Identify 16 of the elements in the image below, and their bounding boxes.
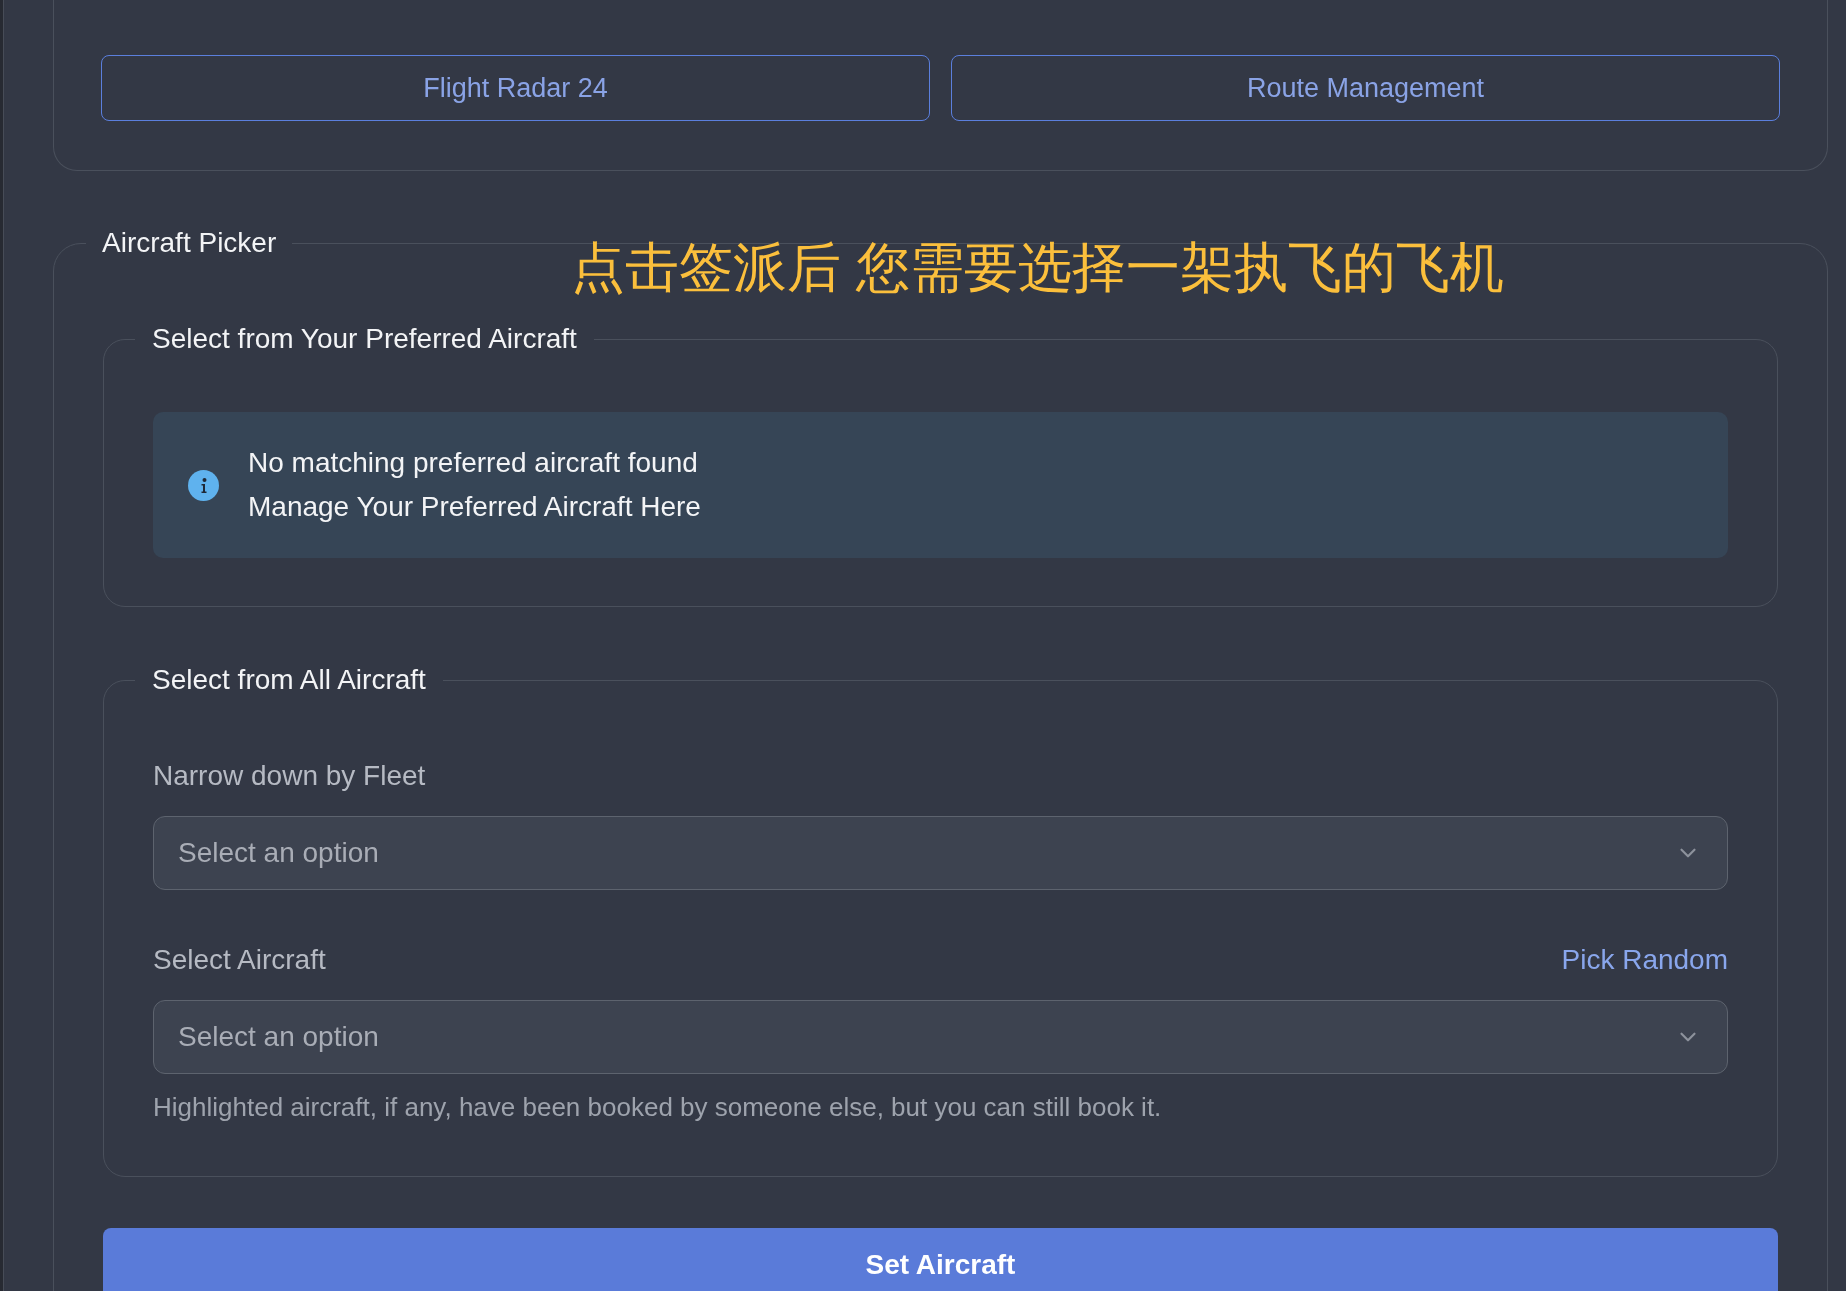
field-hint: Highlighted aircraft, if any, have been booked by someone else, but you can still book it. [153, 1092, 1163, 1123]
annotation-text: 点击签派后 您需要选择一架执飞的飞机 [571, 240, 1504, 294]
dropdown-field[interactable]: Select an option [153, 816, 1728, 890]
set-aircraft-button[interactable]: Set Aircraft [103, 1228, 1778, 1291]
pick-random-link[interactable]: Pick Random [1561, 944, 1728, 976]
notice-message: No matching preferred aircraft found [248, 447, 699, 479]
section-title: Select from All Aircraft [151, 664, 427, 696]
field-label: Select Aircraft [153, 944, 326, 976]
manage-aircraft-link[interactable]: Manage Your Preferred Aircraft Here [248, 491, 701, 523]
field-label: Narrow down by Fleet [153, 760, 426, 792]
info-icon [188, 469, 219, 501]
dropdown-field[interactable]: Select an option [153, 1000, 1728, 1074]
link-button[interactable]: Flight Radar 24 [101, 55, 930, 121]
section-title: Select from Your Preferred Aircraft [151, 323, 578, 355]
link-button[interactable]: Route Management [951, 55, 1780, 121]
section-title: Aircraft Picker [101, 227, 278, 259]
